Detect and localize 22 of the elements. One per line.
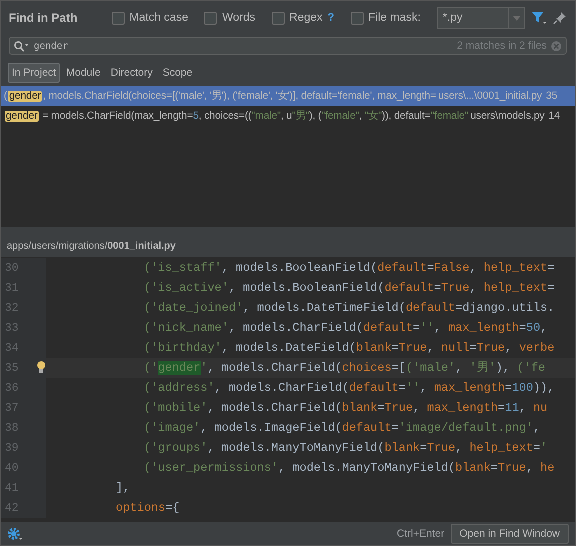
option-checkbox[interactable]: Words bbox=[204, 12, 256, 24]
scope-tab[interactable]: Module bbox=[62, 63, 105, 83]
file-path: apps/users/migrations/0001_initial.py bbox=[7, 241, 176, 252]
search-input[interactable]: gender bbox=[34, 40, 454, 52]
result-row[interactable]: gender = models.CharField(max_length=5, choices=(("male", u"男"), ("female", "女")), default="female" users\models.py 14 bbox=[1, 106, 575, 126]
dropdown-arrow-icon bbox=[512, 16, 520, 20]
scope-tab[interactable]: Directory bbox=[106, 63, 157, 83]
pin-icon[interactable] bbox=[553, 11, 567, 25]
option-checkbox[interactable]: Match case bbox=[112, 12, 188, 24]
lightbulb-icon[interactable] bbox=[37, 361, 46, 374]
option-checkbox[interactable]: Regex ? bbox=[272, 12, 334, 24]
file-mask-checkbox[interactable]: File mask: bbox=[350, 12, 421, 24]
scope-tab[interactable]: Scope bbox=[158, 63, 197, 83]
dialog-title: Find in Path bbox=[9, 11, 78, 25]
file-mask-combo[interactable]: *.py bbox=[436, 7, 525, 29]
scope-tab[interactable]: In Project bbox=[8, 63, 60, 83]
search-icon bbox=[14, 40, 30, 52]
shortcut-hint: Ctrl+Enter bbox=[397, 528, 445, 540]
result-row[interactable]: ( gender , models.CharField(choices=[('male', '男'), ('female', '女')], default='female', max_length= users\...\0001_initial.py 35 bbox=[1, 86, 575, 106]
settings-icon[interactable] bbox=[7, 526, 23, 540]
open-in-find-window-button[interactable]: Open in Find Window bbox=[450, 524, 569, 544]
filter-icon[interactable] bbox=[531, 11, 547, 25]
